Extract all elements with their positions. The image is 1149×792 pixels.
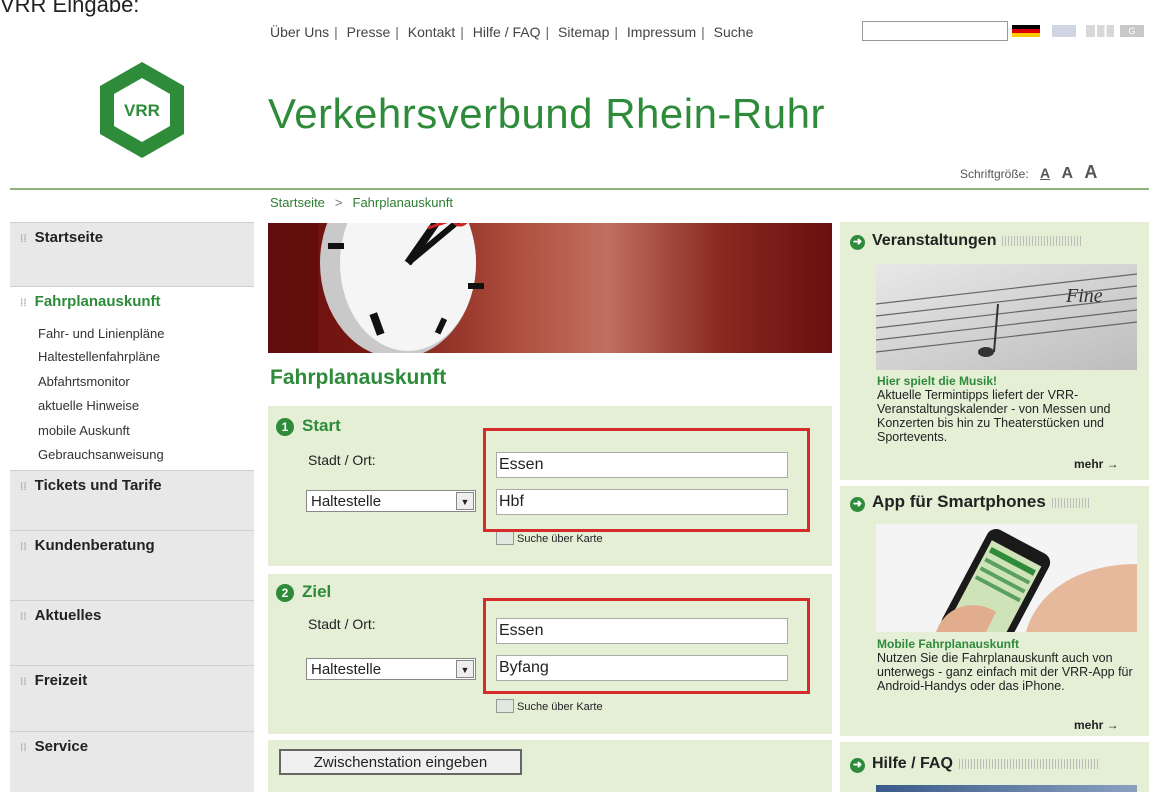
top-link-hilfe[interactable]: Hilfe / FAQ bbox=[473, 24, 541, 40]
top-navigation: Über Uns | Presse | Kontakt | Hilfe / FAQ | … bbox=[270, 24, 754, 40]
font-size-control: Schriftgröße: A A A bbox=[960, 162, 1097, 183]
app-more-link[interactable]: mehr → bbox=[1074, 718, 1119, 732]
sidebar-subitem-hinweise[interactable]: aktuelle Hinweise bbox=[38, 398, 139, 413]
top-link-ueber-uns[interactable]: Über Uns bbox=[270, 24, 329, 40]
start-type-select[interactable]: Haltestelle ▼ bbox=[306, 490, 476, 512]
ziel-section-title: 2 Ziel bbox=[276, 582, 331, 602]
font-size-medium-button[interactable]: A bbox=[1062, 165, 1074, 182]
app-title[interactable]: ➜ App für Smartphones bbox=[850, 492, 1090, 512]
chevron-down-icon[interactable]: ▼ bbox=[456, 660, 474, 678]
step-2-icon: 2 bbox=[276, 584, 294, 602]
flag-other-icon[interactable]: G bbox=[1120, 25, 1144, 37]
flag-german-icon[interactable] bbox=[1012, 25, 1040, 37]
sidebar-item-fahrplanauskunft[interactable]: ⁞⁞ Fahrplanauskunft bbox=[10, 286, 254, 316]
hero-image-clock bbox=[268, 223, 832, 353]
page-title: Fahrplanauskunft bbox=[270, 366, 447, 389]
map-icon bbox=[496, 699, 514, 713]
top-link-presse[interactable]: Presse bbox=[347, 24, 391, 40]
arrow-circle-icon: ➜ bbox=[850, 497, 865, 512]
events-more-link[interactable]: mehr → bbox=[1074, 457, 1119, 471]
arrow-circle-icon: ➜ bbox=[850, 758, 865, 773]
flag-english-icon[interactable] bbox=[1052, 25, 1076, 37]
events-image-sheet-music: Fine bbox=[876, 264, 1137, 370]
events-title[interactable]: ➜ Veranstaltungen bbox=[850, 232, 1083, 250]
font-size-small-button[interactable]: A bbox=[1040, 165, 1050, 181]
header-divider bbox=[10, 188, 1149, 190]
search-input[interactable] bbox=[862, 21, 1008, 41]
help-title[interactable]: ➜ Hilfe / FAQ bbox=[850, 755, 1099, 773]
step-1-icon: 1 bbox=[276, 418, 294, 436]
sidebar-item-freizeit[interactable]: ⁞⁞ Freizeit bbox=[10, 665, 254, 731]
app-subtitle: Mobile Fahrplanauskunft bbox=[877, 637, 1020, 651]
events-image-text: Fine bbox=[1065, 285, 1103, 307]
ziel-city-label: Stadt / Ort: bbox=[308, 616, 376, 632]
logo-text: VRR bbox=[124, 101, 160, 120]
top-link-sitemap[interactable]: Sitemap bbox=[558, 24, 609, 40]
start-section-title: 1 Start bbox=[276, 416, 341, 436]
sidebar-subitem-haltestellen[interactable]: Haltestellenfahrpläne bbox=[38, 349, 160, 364]
events-subtitle: Hier spielt die Musik! bbox=[877, 374, 998, 388]
sidebar-item-kundenberatung[interactable]: ⁞⁞ Kundenberatung bbox=[10, 530, 254, 600]
highlight-box-start bbox=[483, 428, 810, 532]
sidebar-item-service[interactable]: ⁞⁞ Service bbox=[10, 731, 254, 792]
font-size-large-button[interactable]: A bbox=[1084, 162, 1097, 182]
app-image-smartphone bbox=[876, 524, 1137, 632]
breadcrumb: Startseite > Fahrplanauskunft bbox=[270, 195, 453, 210]
ziel-map-search-link[interactable]: Suche über Karte bbox=[496, 699, 603, 713]
arrow-circle-icon: ➜ bbox=[850, 235, 865, 250]
chevron-down-icon[interactable]: ▼ bbox=[456, 492, 474, 510]
flag-french-icon[interactable] bbox=[1086, 25, 1114, 37]
events-text: Aktuelle Termintipps liefert der VRR-Ver… bbox=[877, 388, 1111, 444]
map-icon bbox=[496, 531, 514, 545]
clock-icon bbox=[268, 223, 484, 353]
site-title: Verkehrsverbund Rhein-Ruhr bbox=[268, 90, 825, 137]
top-link-kontakt[interactable]: Kontakt bbox=[408, 24, 455, 40]
ziel-type-select[interactable]: Haltestelle ▼ bbox=[306, 658, 476, 680]
top-link-suche[interactable]: Suche bbox=[714, 24, 754, 40]
add-intermediate-stop-button[interactable]: Zwischenstation eingeben bbox=[279, 749, 522, 775]
sidebar-item-startseite[interactable]: ⁞⁞ Startseite bbox=[10, 222, 254, 286]
sidebar-item-aktuelles[interactable]: ⁞⁞ Aktuelles bbox=[10, 600, 254, 665]
sidebar-subitem-fahrplaene[interactable]: Fahr- und Linienpläne bbox=[38, 326, 164, 341]
start-map-search-link[interactable]: Suche über Karte bbox=[496, 531, 603, 545]
sidebar-subitem-anleitung[interactable]: Gebrauchsanweisung bbox=[38, 447, 164, 462]
image-caption: VRR Eingabe: bbox=[0, 0, 140, 17]
sidebar-subitem-abfahrtsmonitor[interactable]: Abfahrtsmonitor bbox=[38, 374, 130, 389]
highlight-box-ziel bbox=[483, 598, 810, 694]
breadcrumb-current[interactable]: Fahrplanauskunft bbox=[353, 195, 453, 210]
breadcrumb-home[interactable]: Startseite bbox=[270, 195, 325, 210]
sidebar-item-tickets[interactable]: ⁞⁞ Tickets und Tarife bbox=[10, 470, 254, 530]
font-size-label: Schriftgröße: bbox=[960, 167, 1029, 181]
app-text: Nutzen Sie die Fahrplanauskunft auch von… bbox=[877, 651, 1133, 693]
start-city-label: Stadt / Ort: bbox=[308, 452, 376, 468]
sidebar-subitem-mobile[interactable]: mobile Auskunft bbox=[38, 423, 130, 438]
help-image bbox=[876, 785, 1137, 792]
vrr-logo[interactable]: VRR bbox=[92, 60, 192, 160]
top-link-impressum[interactable]: Impressum bbox=[627, 24, 696, 40]
